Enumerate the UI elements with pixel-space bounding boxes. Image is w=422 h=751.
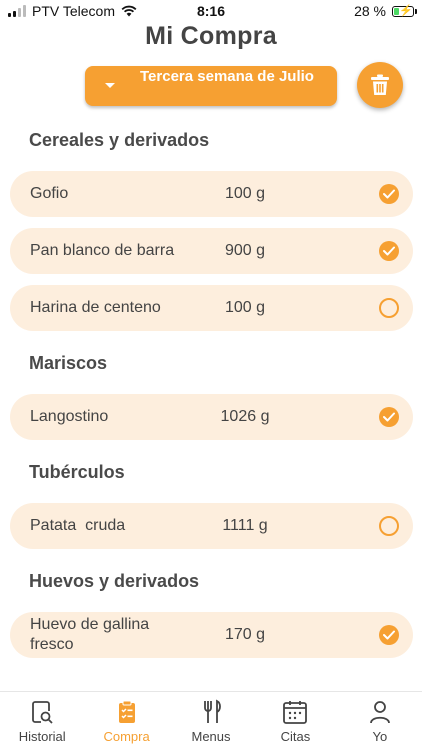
calendar-icon	[283, 701, 308, 724]
section-title: Huevos y derivados	[29, 571, 200, 591]
item-quantity: 1026 g	[220, 408, 270, 425]
item-quantity: 100 g	[224, 299, 266, 316]
week-selector-label: Tercera semana de Julio	[140, 68, 314, 85]
item-checkbox[interactable]	[379, 298, 399, 318]
item-quantity: 100 g	[224, 185, 266, 202]
item-quantity: 1111 g	[222, 517, 268, 534]
page-title: Mi Compra	[145, 22, 277, 50]
user-icon	[369, 701, 390, 724]
shopping-item[interactable]: Gofio 100 g	[10, 171, 413, 217]
tab-menus[interactable]: Menus	[169, 692, 253, 751]
check-icon	[383, 412, 395, 422]
item-name: Pan blanco de barra	[30, 242, 175, 259]
clipboard-list-icon	[118, 700, 135, 723]
section-title: Mariscos	[29, 353, 108, 373]
item-name: Huevo de gallina fresco	[30, 616, 150, 653]
delete-list-button[interactable]	[357, 62, 403, 108]
tab-label: Citas	[280, 729, 311, 744]
tab-label: Historial	[18, 729, 66, 744]
tab-label: Compra	[103, 729, 150, 744]
caret-down-icon	[105, 83, 115, 88]
item-name: Gofio	[30, 185, 69, 202]
check-icon	[383, 630, 395, 640]
battery-percent: 28 %	[354, 3, 386, 19]
shopping-item[interactable]: Huevo de gallina fresco 170 g	[10, 612, 413, 658]
shopping-item[interactable]: Pan blanco de barra 900 g	[10, 228, 413, 274]
tab-bar: Historial Compra Menus Citas Yo	[0, 691, 422, 751]
item-checkbox[interactable]	[379, 516, 399, 536]
item-name: Langostino	[30, 408, 109, 425]
check-icon	[383, 189, 395, 199]
charging-bolt-icon: ⚡	[399, 4, 413, 17]
trash-icon	[371, 74, 389, 95]
tab-label: Menus	[191, 729, 231, 744]
tab-historial[interactable]: Historial	[0, 692, 84, 751]
shopping-item[interactable]: Harina de centeno 100 g	[10, 285, 413, 331]
item-checkbox[interactable]	[379, 241, 399, 261]
item-checkbox[interactable]	[379, 407, 399, 427]
shopping-item[interactable]: Patata cruda 1111 g	[10, 503, 413, 549]
section-title: Tubérculos	[29, 462, 125, 482]
fork-knife-icon	[204, 699, 221, 723]
item-checkbox[interactable]	[379, 184, 399, 204]
tab-label: Yo	[372, 729, 388, 744]
section-title: Cereales y derivados	[29, 130, 210, 150]
shopping-item[interactable]: Langostino 1026 g	[10, 394, 413, 440]
tab-citas[interactable]: Citas	[253, 692, 337, 751]
week-selector-dropdown[interactable]: Tercera semana de Julio	[85, 66, 337, 106]
status-right: 28 % ⚡	[354, 3, 417, 19]
item-name: Harina de centeno	[30, 299, 161, 316]
item-quantity: 900 g	[224, 242, 266, 259]
history-search-icon	[32, 701, 53, 724]
tab-compra[interactable]: Compra	[84, 692, 168, 751]
item-quantity: 170 g	[224, 626, 266, 643]
battery-icon: ⚡	[392, 4, 417, 17]
tab-yo[interactable]: Yo	[338, 692, 422, 751]
item-name: Patata cruda	[30, 517, 126, 534]
item-checkbox[interactable]	[379, 625, 399, 645]
status-bar: PTV Telecom 8:16 28 % ⚡	[0, 0, 422, 24]
check-icon	[383, 246, 395, 256]
